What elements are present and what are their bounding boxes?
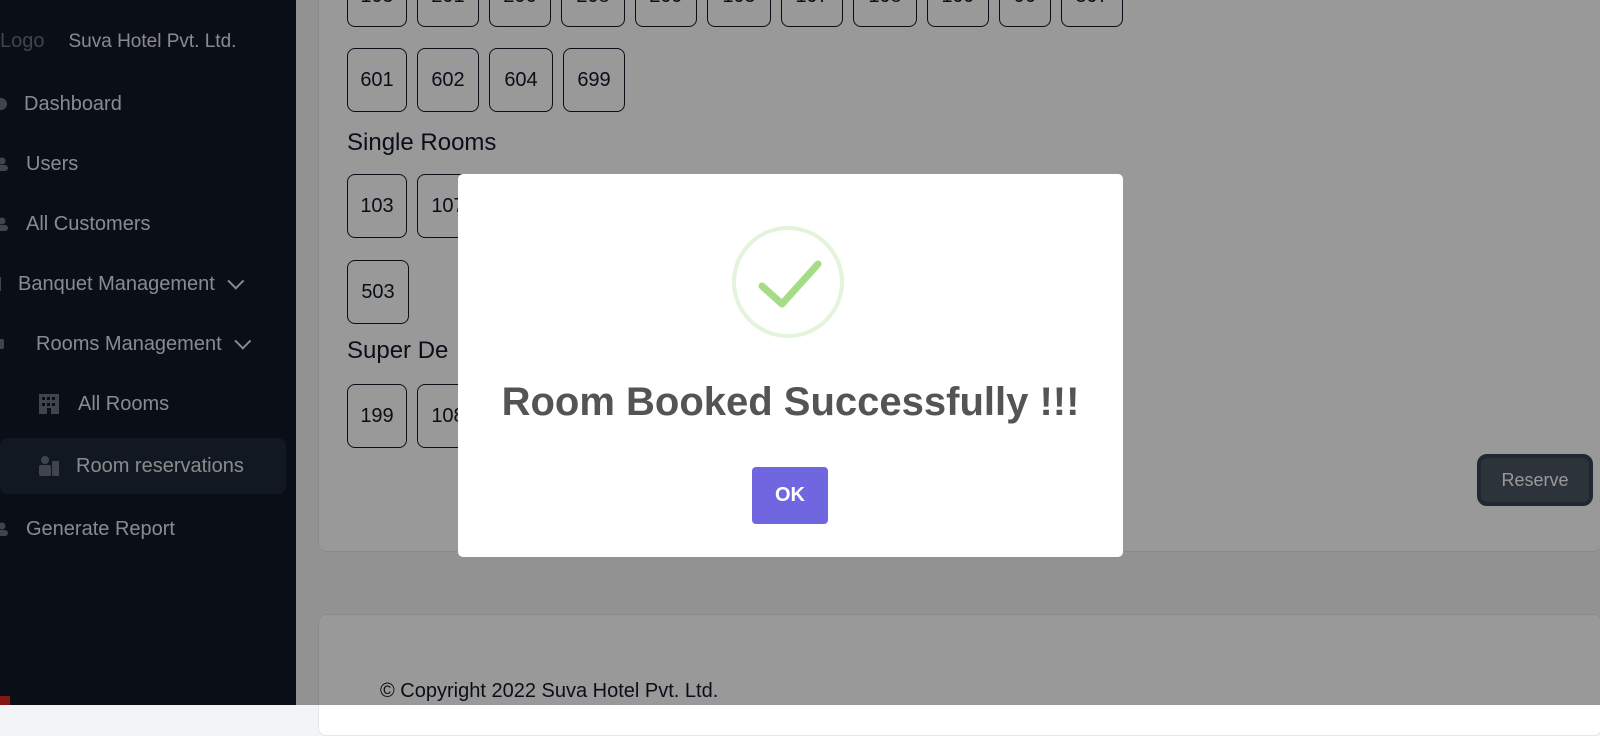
success-dialog: Room Booked Successfully !!! OK [458,174,1123,557]
ok-button[interactable]: OK [752,467,828,524]
success-check-icon [732,226,844,338]
dialog-title: Room Booked Successfully !!! [501,380,1080,424]
